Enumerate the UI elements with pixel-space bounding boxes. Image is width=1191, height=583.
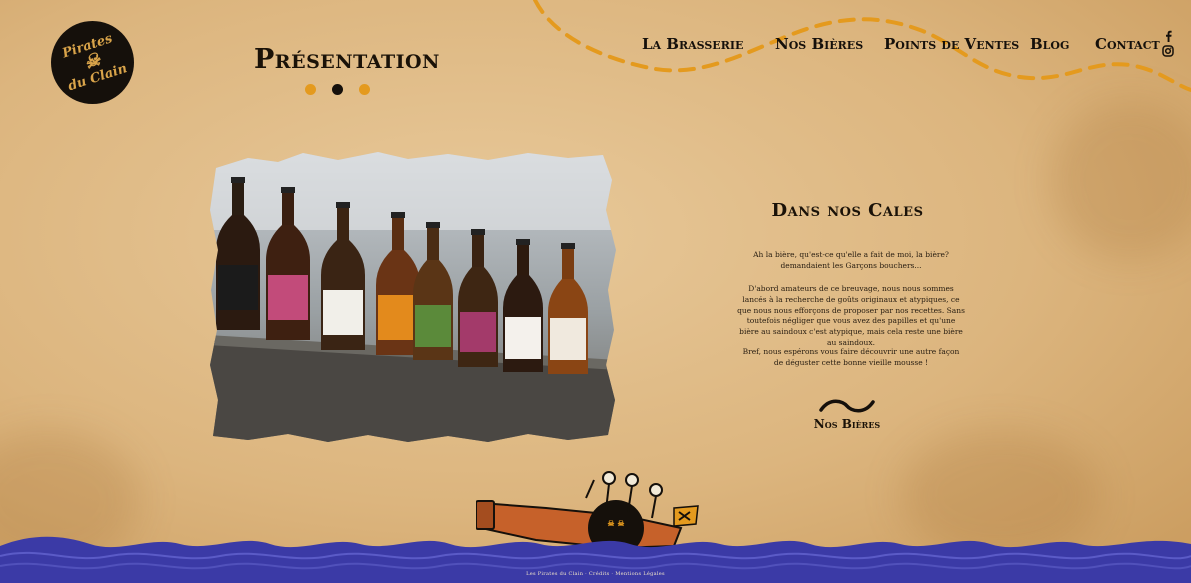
- social-links: [1162, 30, 1174, 57]
- nav-item-blog[interactable]: Blog: [1030, 35, 1095, 53]
- nav-item-contact[interactable]: Contact: [1095, 35, 1160, 53]
- beer-bottles-photo: [210, 152, 616, 442]
- treasure-route-decoration: [533, 0, 1191, 92]
- paper-stain: [1050, 100, 1191, 260]
- intro-paragraph-2: D'abord amateurs de ce breuvage, nous no…: [737, 284, 965, 347]
- brand-logo[interactable]: Pirates ☠ du Clain: [51, 21, 134, 104]
- carousel-dot-3[interactable]: [359, 84, 370, 95]
- intro-paragraph-3: Bref, nous espérons vous faire découvrir…: [742, 347, 960, 367]
- intro-paragraph-1: Ah la bière, qu'est-ce qu'elle a fait de…: [753, 250, 949, 270]
- carousel-dots: [305, 84, 370, 95]
- tilde-ornament-icon: [819, 399, 875, 413]
- footer-credits[interactable]: Les Pirates du Clain · Crédits · Mention…: [0, 571, 1191, 577]
- section-title: Dans nos Cales: [771, 200, 924, 221]
- instagram-icon[interactable]: [1162, 45, 1174, 57]
- nos-bieres-link-label: Nos Bières: [813, 417, 881, 431]
- facebook-icon[interactable]: [1162, 30, 1174, 42]
- nav-item-points-de-ventes[interactable]: Points de Ventes: [884, 35, 1030, 53]
- svg-text:☠ ☠: ☠ ☠: [607, 518, 624, 528]
- page-title: Présentation: [254, 44, 440, 75]
- carousel-dot-1[interactable]: [305, 84, 316, 95]
- nav-item-nos-bieres[interactable]: Nos Bières: [775, 35, 884, 53]
- main-nav: La Brasserie Nos Bières Points de Ventes…: [642, 35, 1160, 53]
- nos-bieres-link[interactable]: Nos Bières: [805, 398, 889, 431]
- nav-item-la-brasserie[interactable]: La Brasserie: [642, 35, 775, 53]
- carousel-dot-2[interactable]: [332, 84, 343, 95]
- logo-wordmark: Pirates ☠ du Clain: [60, 31, 129, 95]
